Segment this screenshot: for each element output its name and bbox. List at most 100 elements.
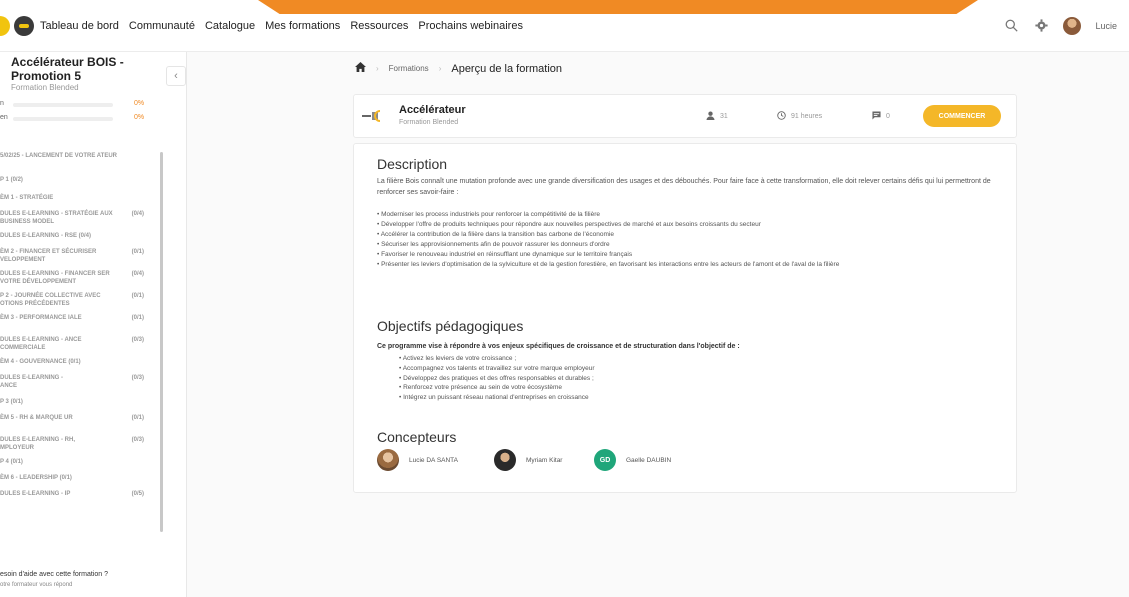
progress-percent: 0% xyxy=(134,100,145,107)
module-count: (0/4) xyxy=(131,271,144,277)
module-label: DULES E-LEARNING - ANCE xyxy=(0,375,63,389)
gear-icon[interactable] xyxy=(1033,18,1049,34)
module-count: (0/1) xyxy=(131,315,144,321)
learners-count: 31 xyxy=(720,113,728,120)
description-heading: Description xyxy=(377,156,448,172)
description-bullet: • Moderniser les process industriels pou… xyxy=(377,211,601,218)
nav-link-resources[interactable]: Ressources xyxy=(350,20,408,32)
collapse-sidebar-button[interactable]: ‹ xyxy=(166,66,186,86)
nav-link-community[interactable]: Communauté xyxy=(129,20,195,32)
avatar xyxy=(494,449,516,471)
objective-item: • Intégrez un puissant réseau national d… xyxy=(399,394,589,402)
home-icon[interactable] xyxy=(355,62,366,75)
duration-value: 91 heures xyxy=(791,113,823,120)
module-label: P 4 (0/1) xyxy=(0,459,23,465)
duration-stat: 91 heures xyxy=(777,111,822,122)
sidebar-title: Accélérateur BOIS - Promotion 5 xyxy=(11,55,124,83)
nav-link-my-courses[interactable]: Mes formations xyxy=(265,20,340,32)
designer-card[interactable]: Lucie DA SANTA xyxy=(377,449,458,471)
scrollbar-thumb[interactable] xyxy=(160,152,163,532)
module-item[interactable]: P 1 (0/2) xyxy=(0,176,158,194)
description-bullet: • Favoriser le renouveau industriel en r… xyxy=(377,251,633,258)
module-label: P 1 (0/2) xyxy=(0,177,23,183)
logo-icon xyxy=(14,15,34,36)
user-avatar[interactable] xyxy=(1063,16,1082,35)
start-course-button[interactable]: COMMENCER xyxy=(923,105,1001,127)
module-item[interactable]: P 2 - JOURNÉE COLLECTIVE AVEC OTIONS PRÉ… xyxy=(0,292,158,314)
module-item[interactable]: DULES E-LEARNING - STRATÉGIE AUX BUSINES… xyxy=(0,210,158,232)
user-icon xyxy=(706,111,715,122)
chevron-right-icon: › xyxy=(376,64,379,73)
module-count: (0/5) xyxy=(131,491,144,497)
designer-card[interactable]: Myriam Kitar xyxy=(494,449,562,471)
designer-name: Lucie DA SANTA xyxy=(409,456,459,464)
module-count: (0/4) xyxy=(131,211,144,217)
description-bullet: • Accélérer la contribution de la filièr… xyxy=(377,231,614,238)
avatar-initials: GD xyxy=(594,449,616,471)
chevron-left-icon: ‹ xyxy=(174,70,178,82)
module-item[interactable]: DULES E-LEARNING - FINANCER SER VOTRE DÉ… xyxy=(0,270,158,292)
nav-link-dashboard[interactable]: Tableau de bord xyxy=(40,20,119,32)
clock-icon xyxy=(777,111,786,122)
module-label: ÈM 5 - RH & MARQUE UR xyxy=(0,415,73,421)
module-item[interactable]: ÈM 3 - PERFORMANCE IALE (0/1) xyxy=(0,314,158,336)
module-item[interactable]: DULES E-LEARNING - ANCE COMMERCIALE (0/3) xyxy=(0,336,158,358)
comment-icon xyxy=(872,111,881,122)
objectives-intro: Ce programme vise à répondre à vos enjeu… xyxy=(377,343,740,350)
module-label: DULES E-LEARNING - FINANCER SER VOTRE DÉ… xyxy=(0,271,110,285)
progress-row: en 0% xyxy=(0,114,150,124)
module-item[interactable]: DULES E-LEARNING - RSE (0/4) xyxy=(0,232,158,248)
user-name[interactable]: Lucie xyxy=(1095,21,1117,31)
nav-link-webinars[interactable]: Prochains webinaires xyxy=(418,20,523,32)
module-label: DULES E-LEARNING - STRATÉGIE AUX BUSINES… xyxy=(0,211,113,225)
module-label: ÈM 2 - FINANCER ET SÉCURISER VELOPPEMENT xyxy=(0,249,97,263)
sidebar-scrollbar[interactable] xyxy=(160,132,164,552)
module-item[interactable]: ÈM 2 - FINANCER ET SÉCURISER VELOPPEMENT… xyxy=(0,248,158,270)
module-count: (0/3) xyxy=(131,375,144,381)
module-count: (0/1) xyxy=(131,415,144,421)
objective-item: • Activez les leviers de votre croissanc… xyxy=(399,355,517,362)
nav-link-catalog[interactable]: Catalogue xyxy=(205,20,255,32)
comments-count: 0 xyxy=(886,113,890,120)
help-subtitle: otre formateur vous répond xyxy=(0,582,73,588)
module-item[interactable]: ÈM 1 - STRATÉGIE xyxy=(0,194,158,210)
module-count: (0/3) xyxy=(131,437,144,443)
module-item[interactable]: ÈM 6 - LEADERSHIP (0/1) xyxy=(0,474,158,490)
description-bullet: • Présenter les leviers d'optimisation d… xyxy=(377,261,840,268)
sidebar-subtitle: Formation Blended xyxy=(11,83,79,92)
search-icon[interactable] xyxy=(1003,18,1019,34)
breadcrumb-formations[interactable]: Formations xyxy=(389,64,429,73)
designer-card[interactable]: GD Gaelle DAUBIN xyxy=(594,449,671,471)
objectives-heading: Objectifs pédagogiques xyxy=(377,318,524,334)
course-title: Accélérateur xyxy=(399,104,466,116)
module-item[interactable]: 5/02/25 - LANCEMENT DE VOTRE ATEUR xyxy=(0,152,158,172)
app-logo[interactable] xyxy=(0,15,34,36)
module-count: (0/1) xyxy=(131,249,144,255)
module-item[interactable]: DULES E-LEARNING - IP (0/5) xyxy=(0,490,158,512)
description-bullet: • Développer l'offre de produits techniq… xyxy=(377,221,761,228)
objective-item: • Accompagnez vos talents et travaillez … xyxy=(399,364,595,372)
objectives-list: • Activez les leviers de votre croissanc… xyxy=(399,354,595,403)
progress-bar xyxy=(13,103,113,107)
chevron-right-icon: › xyxy=(438,64,442,73)
progress-label: en xyxy=(0,114,8,121)
module-item[interactable]: ÈM 5 - RH & MARQUE UR (0/1) xyxy=(0,414,158,436)
module-label: ÈM 6 - LEADERSHIP (0/1) xyxy=(0,475,72,481)
comments-stat: 0 xyxy=(872,111,890,122)
module-item[interactable]: ÈM 4 - GOUVERNANCE (0/1) xyxy=(0,358,158,374)
module-label: DULES E-LEARNING - ANCE COMMERCIALE xyxy=(0,337,82,351)
course-type: Formation Blended xyxy=(399,119,459,126)
module-item[interactable]: DULES E-LEARNING - RH, MPLOYEUR (0/3) xyxy=(0,436,158,458)
progress-label: n xyxy=(0,100,4,107)
module-label: P 3 (0/1) xyxy=(0,399,23,405)
progress-percent: 0% xyxy=(134,114,145,121)
module-item[interactable]: P 4 (0/1) xyxy=(0,458,158,474)
module-item[interactable]: P 3 (0/1) xyxy=(0,398,158,414)
module-label: 5/02/25 - LANCEMENT DE VOTRE ATEUR xyxy=(0,153,118,159)
nav-right: Lucie xyxy=(1003,16,1129,35)
module-item[interactable]: DULES E-LEARNING - ANCE (0/3) xyxy=(0,374,158,398)
objective-item: • Développez des pratiques et des offres… xyxy=(399,374,594,382)
course-header-card: Accélérateur Formation Blended 31 91 heu… xyxy=(353,94,1017,138)
module-label: ÈM 1 - STRATÉGIE xyxy=(0,195,54,201)
top-accent xyxy=(258,0,978,14)
